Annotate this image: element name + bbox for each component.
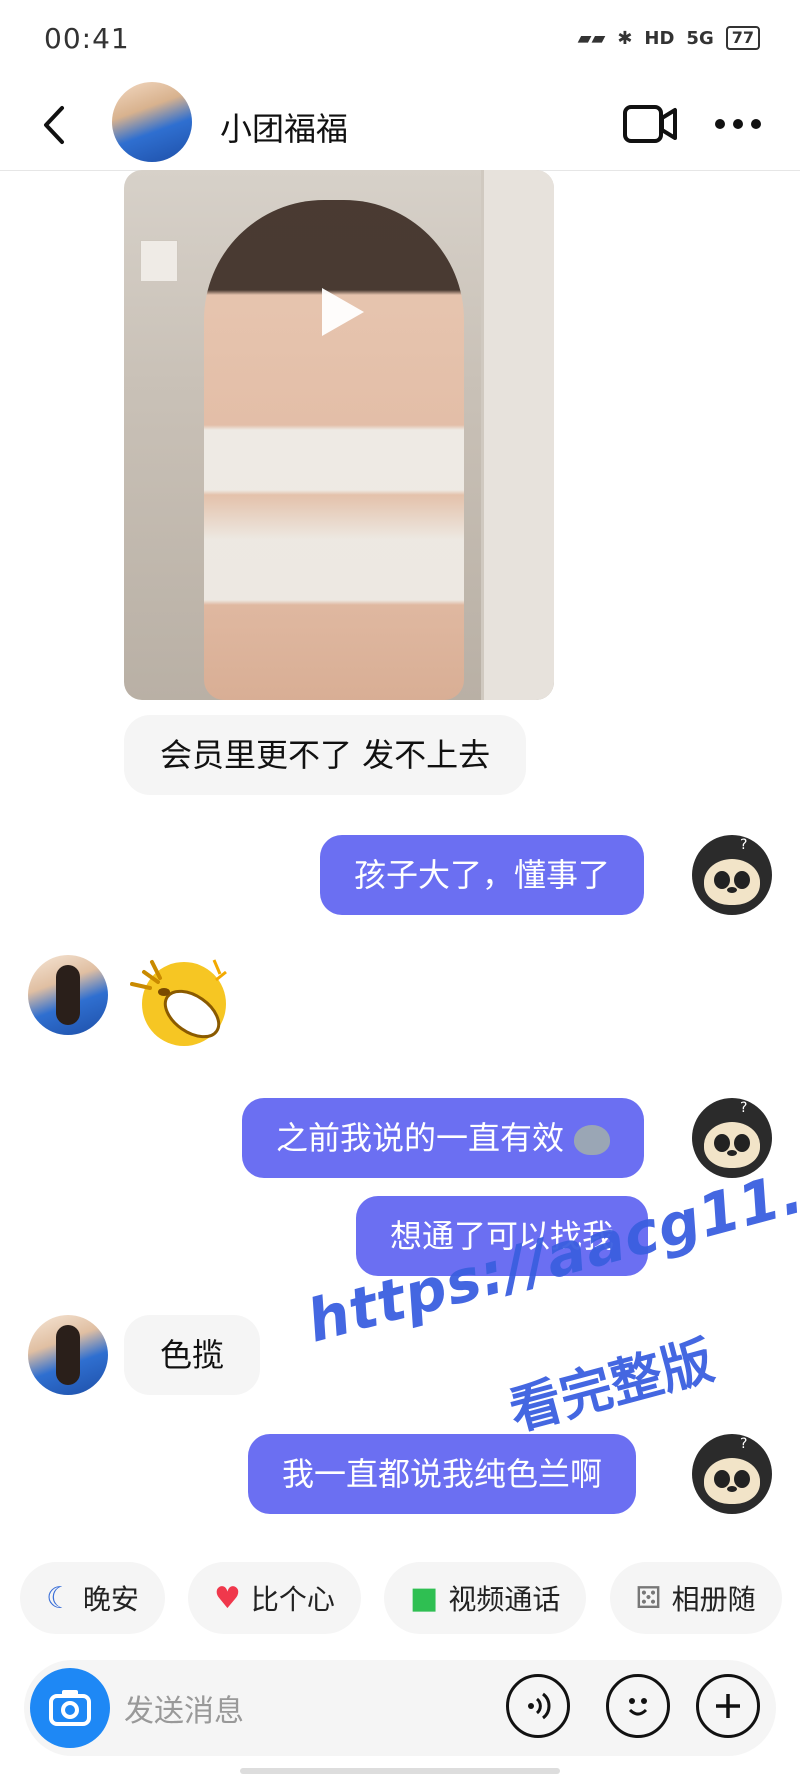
contact-avatar-small[interactable] [28, 1315, 108, 1395]
status-bar: 00:41 ▰▰ ✱ HD 5G 77 [0, 0, 800, 80]
question-mark-icon: ? [740, 1100, 748, 1116]
my-avatar[interactable]: ? [692, 835, 772, 915]
question-mark-icon: ? [740, 837, 748, 853]
contact-avatar-small[interactable] [28, 955, 108, 1035]
video-person [204, 200, 464, 700]
home-indicator [240, 1768, 560, 1774]
video-call-icon[interactable] [622, 102, 678, 146]
message-input[interactable]: 发送消息 [124, 1686, 244, 1730]
quick-replies: ☾ 晚安 ♥ 比个心 ■ 视频通话 ⚄ 相册随 [20, 1562, 800, 1638]
sticker-emoji-icon[interactable] [124, 952, 234, 1052]
camera-icon [49, 1690, 91, 1726]
video-icon: ■ [410, 1580, 439, 1616]
wall-switch [140, 240, 178, 282]
voice-button[interactable] [506, 1674, 570, 1738]
watermark-text: 看完整版 [503, 1330, 720, 1443]
chip-label: 相册随 [671, 1583, 756, 1616]
quick-reply-heart[interactable]: ♥ 比个心 [188, 1562, 361, 1634]
dice-icon: ⚄ [635, 1580, 662, 1616]
contact-avatar[interactable] [112, 82, 192, 162]
moon-icon: ☾ [46, 1580, 73, 1616]
bluetooth-icon: ✱ [617, 27, 633, 49]
status-time: 00:41 [44, 22, 130, 55]
husky-emoji-icon [574, 1125, 611, 1155]
voice-icon [528, 1692, 551, 1720]
battery-icon: 77 [725, 26, 760, 50]
quick-reply-video-call[interactable]: ■ 视频通话 [384, 1562, 587, 1634]
heart-icon: ♥ [214, 1580, 241, 1616]
network-5g-icon: 5G [686, 27, 714, 49]
system-icons: ▰▰ ✱ HD 5G 77 [578, 26, 760, 50]
message-input-bar: 发送消息 [24, 1660, 776, 1756]
quick-reply-goodnight[interactable]: ☾ 晚安 [20, 1562, 165, 1634]
more-options-icon[interactable] [712, 104, 764, 144]
message-text: 之前我说的一直有效 [276, 1119, 565, 1157]
smiley-icon [628, 1698, 648, 1716]
video-message-thumbnail[interactable] [124, 170, 554, 700]
quick-reply-album[interactable]: ⚄ 相册随 [609, 1562, 782, 1634]
incoming-message[interactable]: 色揽 [124, 1315, 261, 1395]
signal-icon: ▰▰ [577, 27, 606, 49]
add-button[interactable] [696, 1674, 760, 1738]
my-avatar[interactable]: ? [692, 1434, 772, 1514]
chip-label: 视频通话 [448, 1583, 561, 1616]
back-arrow-icon[interactable] [36, 100, 76, 150]
question-mark-icon: ? [740, 1436, 748, 1452]
outgoing-message[interactable]: 我一直都说我纯色兰啊 [248, 1434, 637, 1514]
emoji-button[interactable] [606, 1674, 670, 1738]
outgoing-message[interactable]: 孩子大了，懂事了 [320, 835, 645, 915]
chat-header: 小团福福 [0, 80, 800, 171]
door [481, 170, 554, 700]
incoming-message[interactable]: 会员里更不了 发不上去 [124, 715, 527, 795]
hd-icon: HD [644, 27, 675, 49]
plus-icon [716, 1694, 740, 1718]
camera-button[interactable] [30, 1668, 110, 1748]
play-icon[interactable] [310, 282, 370, 342]
chip-label: 晚安 [82, 1583, 139, 1616]
contact-name[interactable]: 小团福福 [220, 104, 348, 150]
outgoing-message[interactable]: 之前我说的一直有效 [242, 1098, 645, 1178]
chip-label: 比个心 [250, 1583, 335, 1616]
